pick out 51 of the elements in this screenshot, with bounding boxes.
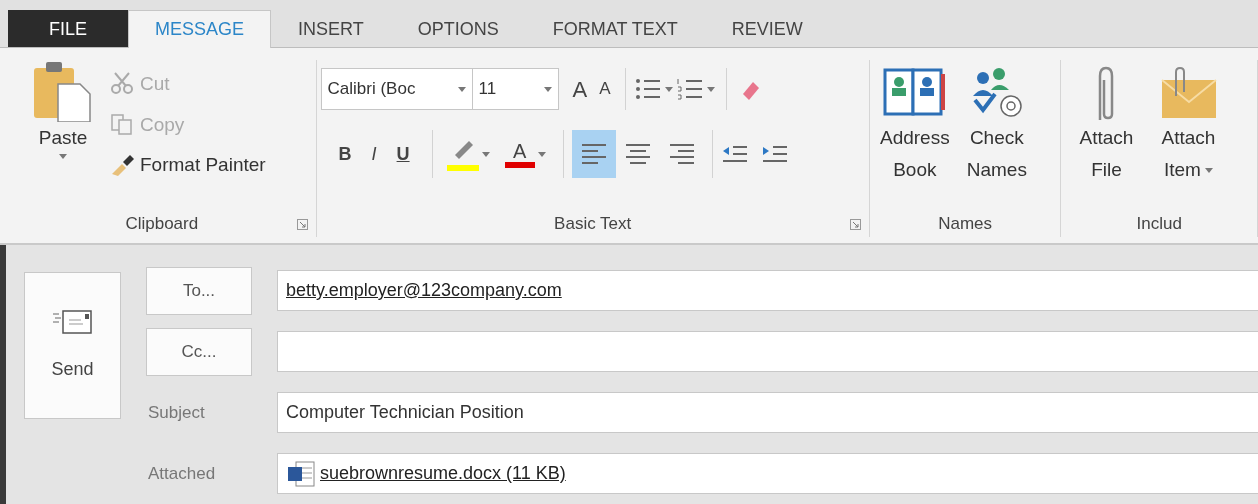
launcher-icon[interactable] xyxy=(296,219,308,230)
color-swatch xyxy=(504,162,535,168)
field-label: Attached xyxy=(147,462,217,485)
caret-icon xyxy=(543,86,552,92)
numbered-list-icon xyxy=(675,77,704,101)
group-label: Includ xyxy=(1136,214,1182,233)
format-button[interactable]: U xyxy=(390,137,416,171)
align-left-button[interactable] xyxy=(571,130,616,178)
font-color-letter: A xyxy=(512,140,527,162)
input-field[interactable]: betty.employer@123company.com xyxy=(277,270,1258,311)
ribbon-button[interactable]: Attach File xyxy=(1067,66,1146,211)
font-size-dropdown[interactable]: 11 xyxy=(472,68,559,110)
ribbon-button[interactable]: Attach Item xyxy=(1149,66,1228,211)
send-button[interactable]: Send xyxy=(24,272,121,419)
group-label: Names xyxy=(938,214,993,233)
ribbon-button[interactable]: Check Names xyxy=(957,66,1036,211)
caret-icon xyxy=(59,154,67,159)
envelope-icon xyxy=(52,308,93,336)
word-document-icon xyxy=(286,459,316,488)
launcher-icon[interactable] xyxy=(849,219,861,230)
font-dropdown[interactable]: Calibri (Boc xyxy=(320,68,473,110)
field-label: Subject xyxy=(147,401,206,424)
recipient-button[interactable]: Cc... xyxy=(146,327,252,376)
bullet-list-icon xyxy=(633,77,662,101)
input-field[interactable] xyxy=(277,331,1258,372)
ribbon-tab[interactable]: MESSAGE xyxy=(128,10,272,48)
attachment-field[interactable]: suebrownresume.docx (11 KB) xyxy=(277,453,1258,494)
ribbon-tab[interactable]: FORMAT TEXT xyxy=(525,10,705,47)
caret-icon xyxy=(1204,167,1213,173)
ribbon-tab[interactable]: REVIEW xyxy=(704,10,830,47)
paperclip-icon xyxy=(1098,66,1115,122)
ribbon-button[interactable]: Format Painter xyxy=(106,149,270,182)
ribbon-tab[interactable]: OPTIONS xyxy=(390,10,526,47)
file-tab[interactable]: FILE xyxy=(8,10,128,47)
font-color-button[interactable]: A xyxy=(498,137,555,171)
shrink-font-button[interactable]: A xyxy=(593,73,617,105)
clipboard-icon xyxy=(32,60,94,122)
brush-icon xyxy=(110,152,134,179)
group-label: Clipboard xyxy=(125,214,199,233)
input-field[interactable]: Computer Technician Position xyxy=(277,392,1258,433)
ribbon-button[interactable]: Address Book xyxy=(875,66,954,211)
format-button[interactable]: B xyxy=(332,137,358,171)
grow-font-button[interactable]: A xyxy=(566,69,594,109)
group-label: Basic Text xyxy=(554,214,632,233)
paste-button[interactable]: Paste xyxy=(26,60,100,211)
color-swatch xyxy=(446,165,479,171)
format-button[interactable]: I xyxy=(365,137,383,171)
recipient-button[interactable]: To... xyxy=(146,266,252,315)
caret-icon xyxy=(457,86,466,92)
ribbon-tab[interactable]: INSERT xyxy=(271,10,391,47)
copy-icon xyxy=(110,111,134,138)
